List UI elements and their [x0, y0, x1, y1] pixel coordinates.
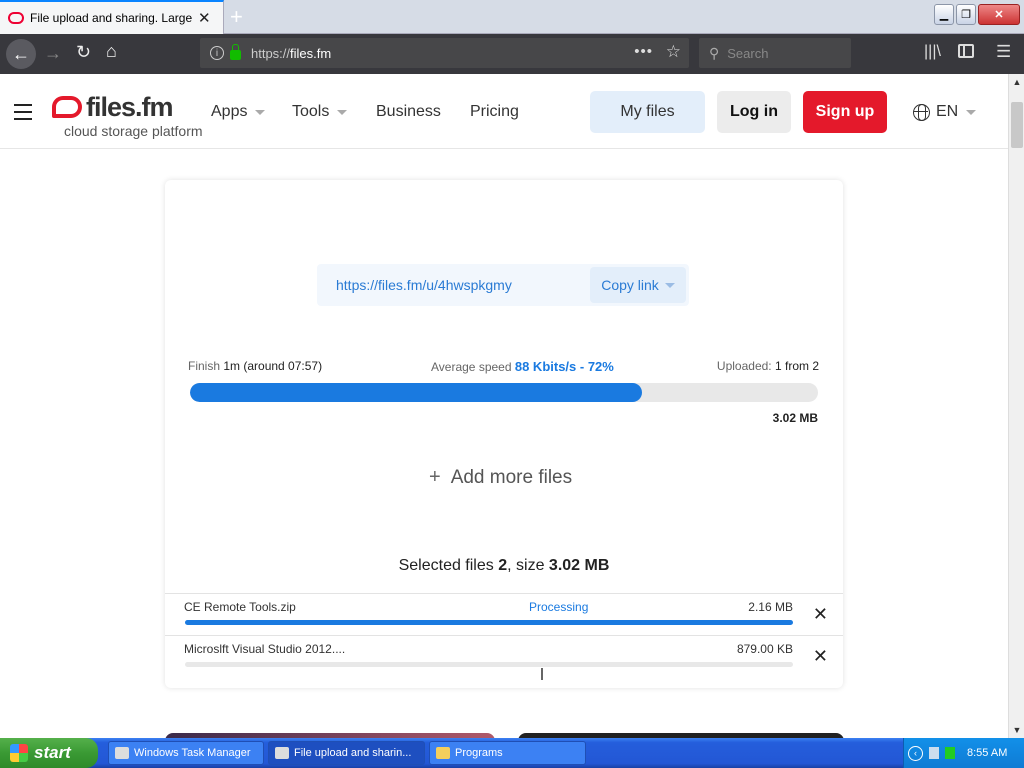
file-size: 2.16 MB: [748, 600, 793, 614]
lock-icon: [230, 44, 241, 60]
chevron-down-icon: [966, 109, 977, 115]
nav-business[interactable]: Business: [376, 103, 441, 121]
minimize-icon[interactable]: ▁: [934, 4, 954, 25]
forward-icon[interactable]: →: [44, 43, 62, 64]
back-icon[interactable]: ←: [6, 39, 36, 69]
home-icon[interactable]: ⌂: [106, 41, 117, 62]
scroll-up-icon[interactable]: ▲: [1009, 74, 1024, 90]
file-name: CE Remote Tools.zip: [184, 600, 296, 614]
task-manager-icon: [115, 747, 129, 759]
plus-icon: +: [429, 466, 441, 488]
my-files-button[interactable]: My files: [590, 91, 705, 133]
file-size: 879.00 KB: [736, 642, 793, 656]
sign-up-button[interactable]: Sign up: [803, 91, 887, 133]
search-input[interactable]: ⚲ Search: [699, 38, 851, 68]
log-in-button[interactable]: Log in: [717, 91, 791, 133]
new-tab-icon[interactable]: +: [230, 4, 243, 30]
site-header: files.fm cloud storage platform Apps Too…: [0, 74, 1008, 149]
tab-title: File upload and sharing. Large file: [30, 11, 192, 25]
search-icon: ⚲: [709, 44, 720, 61]
taskbar-item-programs[interactable]: Programs: [429, 741, 586, 765]
chevron-down-icon: [337, 109, 348, 115]
chevron-down-icon: [255, 109, 266, 115]
file-progress-bar: [185, 620, 793, 625]
window-controls: ▁ ❐ ✕: [934, 4, 1020, 25]
clock: 8:55 AM: [967, 747, 1008, 759]
bookmark-star-icon[interactable]: ☆: [666, 42, 681, 62]
upload-card: https://files.fm/u/4hwspkgmy Copy link F…: [165, 180, 843, 688]
file-row: Microslft Visual Studio 2012.... 879.00 …: [165, 635, 843, 680]
chevron-down-icon: [664, 282, 675, 288]
tray-expand-icon[interactable]: ‹: [908, 745, 923, 761]
hamburger-menu-icon[interactable]: [14, 104, 32, 120]
file-name: Microslft Visual Studio 2012....: [184, 642, 346, 656]
address-bar[interactable]: i https://files.fm ••• ☆: [200, 38, 689, 68]
finish-estimate: Finish 1m (around 07:57): [188, 359, 323, 373]
add-more-files-button[interactable]: + Add more files: [429, 466, 572, 489]
nav-tools[interactable]: Tools: [292, 103, 348, 121]
scroll-thumb[interactable]: [1011, 102, 1023, 148]
total-size: 3.02 MB: [772, 411, 818, 425]
taskbar-item-task-manager[interactable]: Windows Task Manager: [108, 741, 264, 765]
share-url[interactable]: https://files.fm/u/4hwspkgmy: [336, 277, 512, 293]
selected-files-summary: Selected files 2, size 3.02 MB: [398, 557, 610, 574]
nav-apps[interactable]: Apps: [211, 103, 266, 121]
status-icon[interactable]: [945, 747, 955, 759]
file-progress-bar: [185, 662, 793, 667]
library-icon[interactable]: |||\: [924, 43, 941, 61]
browser-tab-bar: File upload and sharing. Large file ✕ + …: [0, 0, 1024, 34]
file-status: Processing: [529, 600, 589, 614]
browser-tab[interactable]: File upload and sharing. Large file ✕: [0, 0, 224, 34]
windows-logo-icon: [10, 744, 28, 762]
url-text[interactable]: https://files.fm: [251, 46, 331, 61]
menu-icon[interactable]: ☰: [996, 42, 1011, 62]
system-tray: ‹ 8:55 AM: [903, 738, 1024, 768]
web-page: files.fm cloud storage platform Apps Too…: [0, 74, 1008, 738]
copy-link-button[interactable]: Copy link: [590, 267, 686, 303]
language-selector[interactable]: EN: [913, 103, 977, 121]
logo-cloud-icon: [52, 96, 82, 118]
window-close-icon[interactable]: ✕: [978, 4, 1020, 25]
nav-pricing[interactable]: Pricing: [470, 103, 519, 121]
reload-icon[interactable]: ↻: [76, 42, 91, 63]
page-actions-icon[interactable]: •••: [634, 43, 653, 60]
network-icon[interactable]: [929, 747, 939, 759]
share-link-box: https://files.fm/u/4hwspkgmy Copy link: [317, 264, 689, 306]
windows-taskbar: start Windows Task Manager File upload a…: [0, 738, 1024, 768]
file-progress-fill: [185, 620, 793, 625]
remove-file-icon[interactable]: ✕: [813, 646, 828, 667]
globe-icon: [913, 103, 930, 121]
sidebar-icon[interactable]: [958, 44, 974, 58]
info-icon[interactable]: i: [210, 46, 224, 60]
uploaded-count: Uploaded: 1 from 2: [716, 359, 819, 373]
upload-progress-bar: [190, 383, 818, 402]
browser-toolbar: ← → ↻ ⌂ i https://files.fm ••• ☆ ⚲ Searc…: [0, 34, 1024, 74]
taskbar-item-browser[interactable]: File upload and sharin...: [268, 741, 425, 765]
folder-icon: [436, 747, 450, 759]
file-row: CE Remote Tools.zip Processing 2.16 MB ✕: [165, 593, 843, 635]
close-tab-icon[interactable]: ✕: [198, 9, 211, 27]
browser-icon: [275, 747, 289, 759]
start-button[interactable]: start: [0, 738, 98, 768]
page-scrollbar[interactable]: ▲ ▼: [1008, 74, 1024, 738]
restore-icon[interactable]: ❐: [956, 4, 976, 25]
favicon-icon: [8, 12, 24, 24]
scroll-down-icon[interactable]: ▼: [1009, 722, 1024, 738]
upload-progress-fill: [190, 383, 643, 402]
remove-file-icon[interactable]: ✕: [813, 604, 828, 625]
text-cursor-icon: [541, 668, 543, 680]
average-speed: Average speed 88 Kbits/s - 72%: [431, 359, 614, 374]
